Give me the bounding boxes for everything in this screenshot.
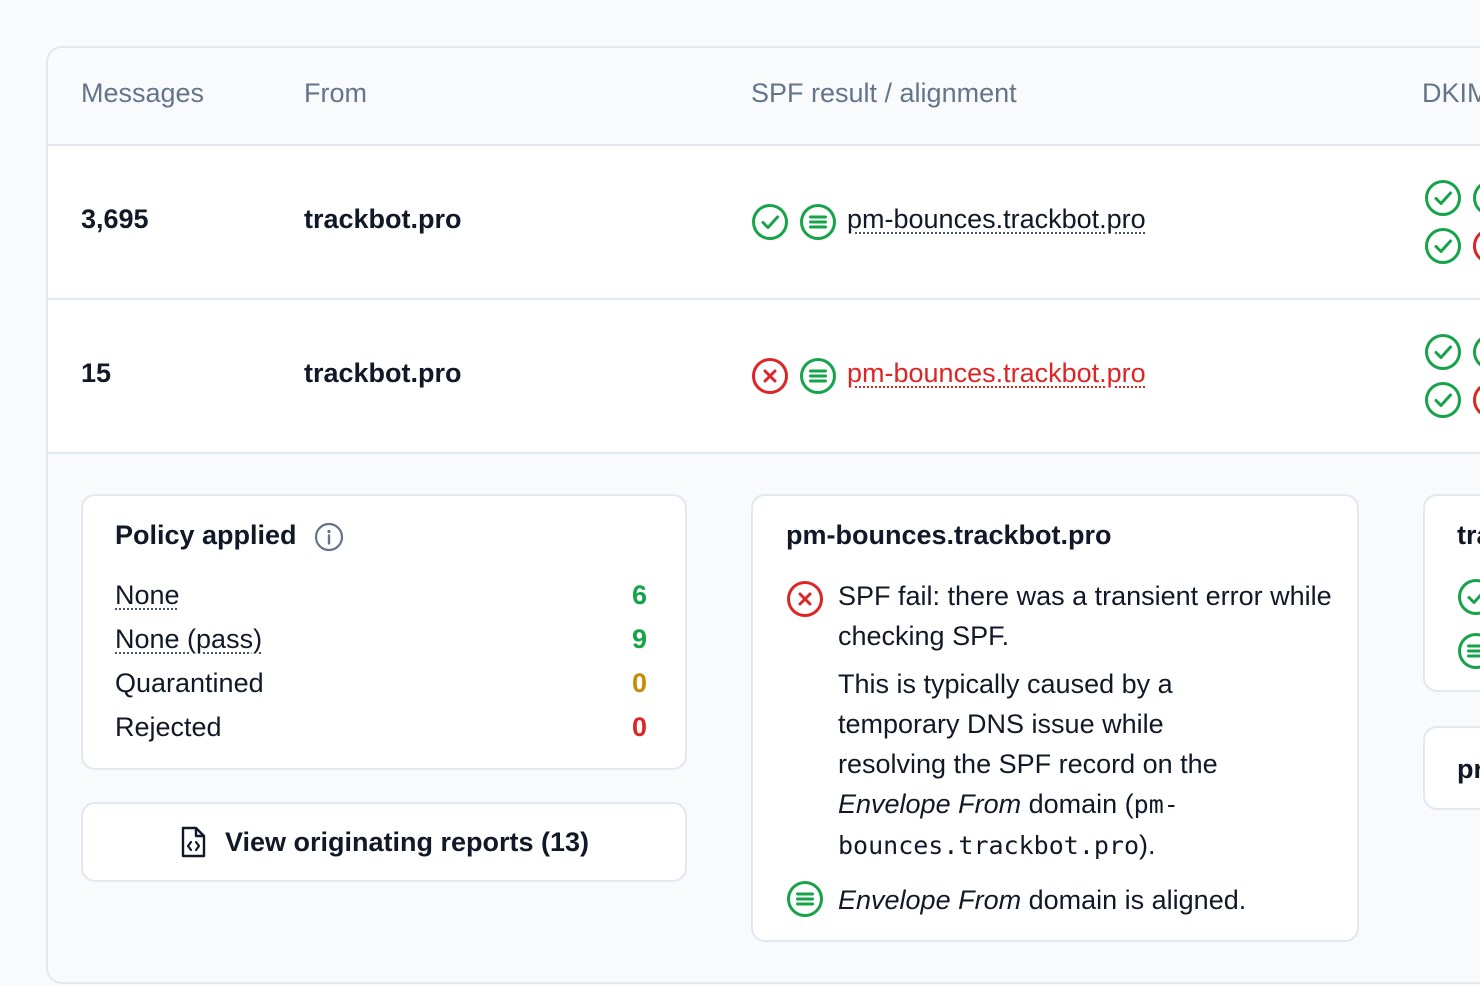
spf-domain-link[interactable]: pm-bounces.trackbot.pro <box>847 358 1146 389</box>
policy-label: Quarantined <box>115 668 264 698</box>
x-circle-icon <box>1472 227 1480 265</box>
check-circle-icon <box>1472 333 1480 371</box>
message-count: 3,695 <box>81 204 149 234</box>
policy-item-quarantined: Quarantined 0 <box>115 668 647 708</box>
policy-count: 0 <box>631 712 647 742</box>
policy-label: Rejected <box>115 712 222 742</box>
spf-domain-link[interactable]: pm-bounces.trackbot.pro <box>847 204 1146 235</box>
policy-label[interactable]: None <box>115 580 180 611</box>
from-domain: trackbot.pro <box>304 204 462 234</box>
aligned-equals-icon <box>799 203 837 241</box>
view-originating-reports-button[interactable]: View originating reports (13) <box>81 802 687 882</box>
message-count: 15 <box>81 358 112 388</box>
table-row[interactable]: 3,695 trackbot.pro pm-bounces.trackbot.p… <box>48 146 1480 300</box>
check-circle-icon <box>1424 381 1462 419</box>
check-circle-icon <box>1424 227 1462 265</box>
check-circle-icon <box>751 203 789 241</box>
dkim-detail-title: pr <box>1457 754 1480 784</box>
check-circle-icon <box>1424 333 1462 371</box>
aligned-equals-icon <box>786 880 824 918</box>
aligned-equals-icon <box>799 357 837 395</box>
file-code-icon <box>179 826 207 858</box>
dkim-detail-title: tra <box>1457 520 1480 550</box>
info-icon[interactable] <box>314 522 344 552</box>
check-circle-icon <box>1457 578 1480 616</box>
column-header-spf[interactable]: SPF result / alignment <box>751 78 1017 109</box>
x-circle-icon <box>786 580 824 618</box>
check-circle-icon <box>1424 179 1462 217</box>
x-circle-icon <box>1472 381 1480 419</box>
policy-label[interactable]: None (pass) <box>115 624 262 655</box>
aligned-equals-icon <box>1457 632 1480 670</box>
spf-fail-explanation: This is typically caused by a temporary … <box>838 669 1218 860</box>
policy-item-rejected: Rejected 0 <box>115 712 647 752</box>
policy-item-none: None 6 <box>115 580 647 620</box>
row-detail-expanded: Policy applied None 6 None (pass) 9 Quar… <box>48 454 1480 982</box>
column-header-dkim[interactable]: DKIM <box>1422 78 1480 109</box>
spf-detail-title: pm-bounces.trackbot.pro <box>786 520 1112 550</box>
column-header-messages[interactable]: Messages <box>81 78 204 109</box>
dkim-detail-panel: tra <box>1423 494 1480 692</box>
view-reports-label: View originating reports (13) <box>224 826 590 857</box>
alignment-message: Envelope From domain is aligned. <box>838 885 1247 915</box>
check-circle-icon <box>1472 179 1480 217</box>
from-domain: trackbot.pro <box>304 358 462 388</box>
table-row[interactable]: 15 trackbot.pro pm-bounces.trackbot.pro <box>48 300 1480 454</box>
policy-item-none-pass: None (pass) 9 <box>115 624 647 664</box>
table-header: Messages From SPF result / alignment DKI… <box>48 48 1480 146</box>
x-circle-icon <box>751 357 789 395</box>
dkim-detail-panel-2: pr <box>1423 726 1480 810</box>
dmarc-records-table: Messages From SPF result / alignment DKI… <box>46 46 1480 984</box>
policy-count: 9 <box>631 624 647 654</box>
spf-detail-panel: pm-bounces.trackbot.pro SPF fail: there … <box>751 494 1359 942</box>
policy-applied-panel: Policy applied None 6 None (pass) 9 Quar… <box>81 494 687 770</box>
spf-fail-message: SPF fail: there was a transient error wh… <box>838 581 1332 651</box>
policy-count: 0 <box>631 668 647 698</box>
policy-applied-title: Policy applied <box>115 520 297 550</box>
policy-count: 6 <box>631 580 647 610</box>
column-header-from[interactable]: From <box>304 78 367 109</box>
